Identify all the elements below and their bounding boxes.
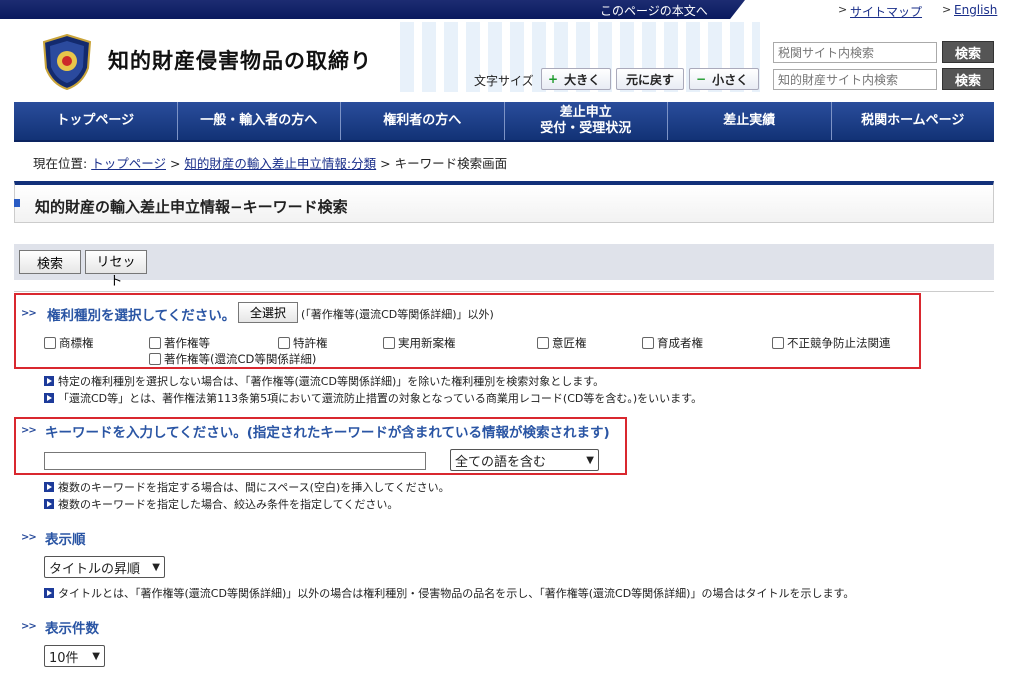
breadcrumb-separator: > — [380, 156, 391, 171]
breadcrumb-prefix: 現在位置: — [33, 156, 88, 171]
nav-customs-homepage[interactable]: 税関ホームページ — [832, 102, 995, 140]
breadcrumb: 現在位置: トップページ > 知的財産の輸入差止申立情報:分類 > キーワード検… — [33, 153, 507, 172]
plus-icon: + — [548, 72, 559, 86]
customs-site-search-input[interactable] — [773, 42, 937, 63]
bullet-icon — [44, 482, 54, 492]
nav-right-holders[interactable]: 権利者の方へ — [341, 102, 505, 140]
order-section-title: 表示順 — [45, 532, 86, 548]
checkbox-unfair-competition[interactable]: 不正競争防止法関連 — [772, 335, 891, 351]
nav-seizure-results[interactable]: 差止実績 — [668, 102, 832, 140]
checkbox-trademark[interactable]: 商標権 — [44, 335, 94, 351]
arrow-icon: > — [942, 3, 952, 16]
section-marker-icon: >> — [21, 425, 37, 436]
font-larger-label: 大きく — [564, 72, 601, 87]
page-heading: 知的財産の輸入差止申立情報−キーワード検索 — [14, 181, 994, 223]
font-size-label: 文字サイズ — [474, 74, 534, 88]
display-order-value: タイトルの昇順 — [49, 561, 141, 577]
keyword-input[interactable] — [44, 452, 426, 470]
font-smaller-button[interactable]: − 小さく — [689, 68, 759, 90]
search-button[interactable]: 検索 — [19, 250, 81, 274]
font-larger-button[interactable]: + 大きく — [541, 68, 611, 90]
ip-site-search-input[interactable] — [773, 69, 937, 90]
chevron-down-icon: ▼ — [152, 561, 160, 573]
order-note: タイトルとは、「著作権等(還流CD等関係詳細)」以外の場合は権利種別・侵害物品の… — [44, 585, 854, 601]
display-count-select[interactable]: 10件 ▼ — [44, 645, 105, 667]
breadcrumb-current: キーワード検索画面 — [394, 156, 508, 171]
main-nav: トップページ 一般・輸入者の方へ 権利者の方へ 差止申立 受付・受理状況 差止実… — [14, 102, 994, 142]
customs-site-search-button[interactable]: 検索 — [942, 41, 994, 63]
divider — [14, 291, 994, 292]
nav-general-importers[interactable]: 一般・輸入者の方へ — [178, 102, 341, 140]
count-section-title: 表示件数 — [45, 621, 99, 637]
nav-top-page[interactable]: トップページ — [14, 102, 178, 140]
checkbox-label: 著作権等(還流CD等関係詳細) — [164, 352, 317, 366]
font-smaller-label: 小さく — [712, 72, 749, 87]
checkbox-label: 商標権 — [59, 336, 94, 350]
breadcrumb-classification[interactable]: 知的財産の輸入差止申立情報:分類 — [184, 156, 376, 171]
section-marker-icon: >> — [21, 532, 37, 543]
checkbox-plant-breeder[interactable]: 育成者権 — [642, 335, 703, 351]
keyword-note-2: 複数のキーワードを指定した場合、絞込み条件を指定してください。 — [44, 496, 398, 512]
select-all-note: (「著作権等(還流CD等関係詳細)」以外) — [301, 308, 494, 321]
checkbox-label: 意匠権 — [552, 336, 587, 350]
font-reset-label: 元に戻す — [625, 72, 674, 87]
heading-marker — [14, 199, 20, 207]
skip-to-content-link[interactable]: このページの本文へ — [600, 2, 708, 19]
nav-application-status[interactable]: 差止申立 受付・受理状況 — [505, 102, 668, 140]
japan-customs-logo[interactable] — [42, 34, 92, 90]
rights-note-1: 特定の権利種別を選択しない場合は、「著作権等(還流CD等関係詳細)」を除いた権利… — [44, 373, 604, 389]
checkbox-design[interactable]: 意匠権 — [537, 335, 587, 351]
checkbox-copyright-cd[interactable]: 著作権等(還流CD等関係詳細) — [149, 351, 316, 367]
rights-note-2: 「還流CD等」とは、著作権法第113条第5項において還流防止措置の対象となってい… — [44, 390, 702, 406]
font-reset-button[interactable]: 元に戻す — [616, 68, 684, 90]
checkbox-label: 特許権 — [293, 336, 328, 350]
top-bar: このページの本文へ > サイトマップ > English — [0, 0, 1014, 20]
ip-site-search-button[interactable]: 検索 — [942, 68, 994, 90]
checkbox-label: 育成者権 — [657, 336, 703, 350]
page-title: 知的財産の輸入差止申立情報−キーワード検索 — [35, 198, 348, 216]
checkbox-label: 実用新案権 — [398, 336, 456, 350]
action-bar: 検索 リセット — [14, 244, 994, 289]
chevron-down-icon: ▼ — [586, 454, 594, 466]
english-link[interactable]: English — [954, 3, 997, 17]
checkbox-copyright[interactable]: 著作権等 — [149, 335, 210, 351]
keyword-note-1: 複数のキーワードを指定する場合は、間にスペース(空白)を挿入してください。 — [44, 479, 450, 495]
checkbox-label: 不正競争防止法関連 — [787, 336, 891, 350]
checkbox-label: 著作権等 — [164, 336, 210, 350]
bullet-icon — [44, 393, 54, 403]
breadcrumb-top-page[interactable]: トップページ — [91, 156, 166, 171]
chevron-down-icon: ▼ — [92, 650, 100, 662]
sitemap-link[interactable]: サイトマップ — [850, 3, 922, 20]
display-count-value: 10件 — [49, 650, 79, 666]
rights-section-title: 権利種別を選択してください。 — [47, 308, 236, 324]
site-title: 知的財産侵害物品の取締り — [108, 49, 372, 73]
keyword-section-title: キーワードを入力してください。(指定されたキーワードが含まれている情報が検索され… — [45, 425, 610, 441]
bullet-icon — [44, 588, 54, 598]
select-all-button[interactable]: 全選択 — [238, 302, 298, 323]
section-marker-icon: >> — [21, 308, 37, 319]
bullet-icon — [44, 376, 54, 386]
checkbox-patent[interactable]: 特許権 — [278, 335, 328, 351]
breadcrumb-separator: > — [169, 156, 181, 171]
display-order-select[interactable]: タイトルの昇順 ▼ — [44, 556, 165, 578]
bullet-icon — [44, 499, 54, 509]
match-mode-value: 全ての語を含む — [455, 454, 547, 470]
reset-button[interactable]: リセット — [85, 250, 147, 289]
checkbox-utility-model[interactable]: 実用新案権 — [383, 335, 456, 351]
arrow-icon: > — [838, 3, 848, 16]
minus-icon: − — [696, 72, 707, 86]
section-marker-icon: >> — [21, 621, 37, 632]
keyword-match-select[interactable]: 全ての語を含む ▼ — [450, 449, 599, 471]
